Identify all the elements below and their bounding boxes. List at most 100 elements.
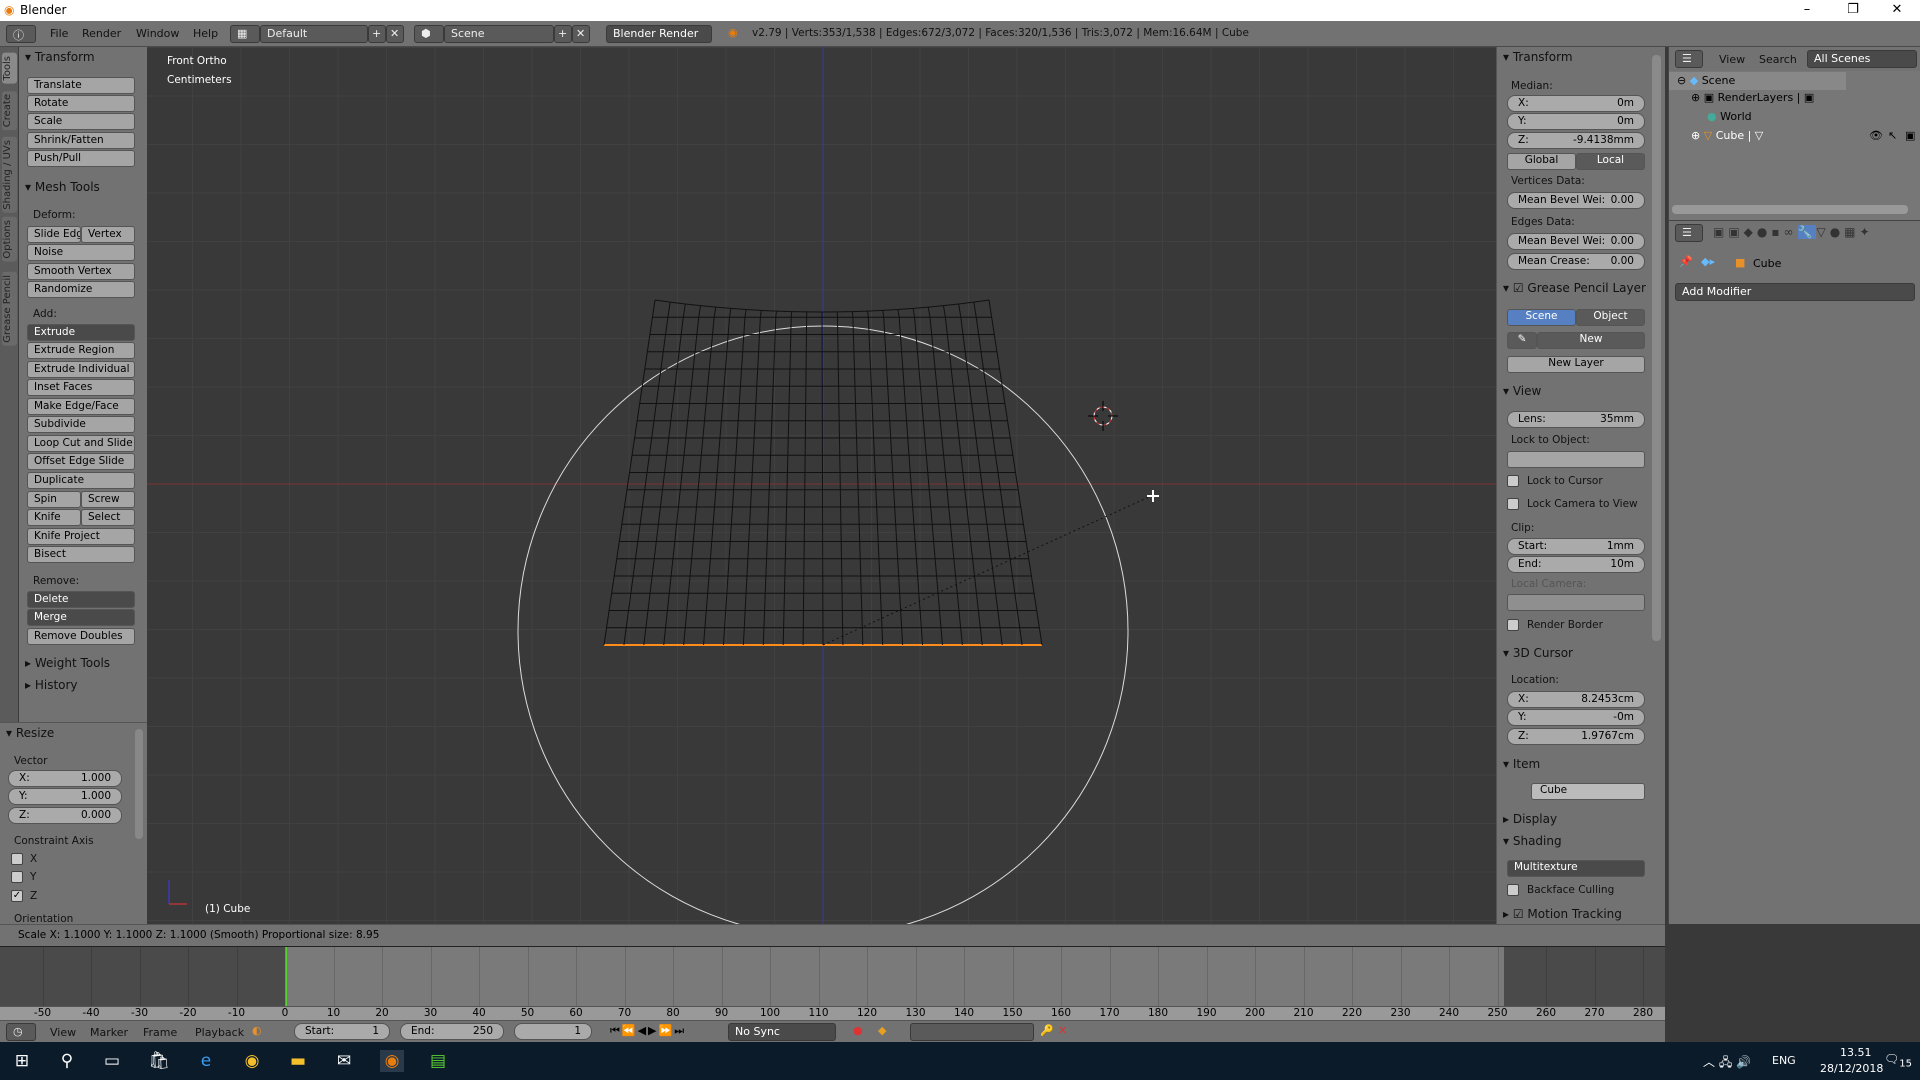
pin-icon[interactable]: 📌 [1679, 255, 1693, 268]
start-frame-field[interactable]: Start: 1 [294, 1023, 390, 1040]
grease-object-toggle[interactable]: Object [1576, 309, 1645, 326]
blender-taskbar-icon[interactable]: ◉ [380, 1050, 404, 1072]
offset-edge-slide-button[interactable]: Offset Edge Slide [27, 453, 135, 470]
inset-faces-button[interactable]: Inset Faces [27, 379, 135, 396]
timeline-editor-icon[interactable]: ◷ [6, 1023, 36, 1041]
scene-icon[interactable]: ⬢ [414, 25, 444, 43]
outliner-scrollbar[interactable] [1672, 205, 1908, 214]
spin-button[interactable]: Spin [27, 491, 81, 508]
panel-display-header[interactable]: ▸ Display [1503, 812, 1557, 826]
add-modifier-dropdown[interactable]: Add Modifier [1675, 283, 1915, 301]
loop-cut-button[interactable]: Loop Cut and Slide [27, 435, 135, 452]
new-layer-button[interactable]: New Layer [1507, 356, 1645, 373]
global-toggle[interactable]: Global [1507, 153, 1576, 170]
timeline-frame-menu[interactable]: Frame [143, 1026, 177, 1039]
viewport-canvas[interactable] [147, 47, 1496, 924]
push-pull-button[interactable]: Push/Pull [27, 150, 135, 167]
remove-doubles-button[interactable]: Remove Doubles [27, 628, 135, 645]
mean-crease-field[interactable]: Mean Crease: 0.00 [1507, 253, 1645, 270]
bisect-button[interactable]: Bisect [27, 546, 135, 563]
render-border-checkbox[interactable] [1507, 619, 1519, 631]
outliner-row-renderlayers[interactable]: ⊕ ▣ RenderLayers | ▣ [1691, 91, 1814, 104]
store-icon[interactable]: 🛍 [147, 1050, 171, 1072]
vertex-bevel-weight-field[interactable]: Mean Bevel Wei: 0.00 [1507, 192, 1645, 209]
screw-button[interactable]: Screw [81, 491, 135, 508]
outliner-row-world[interactable]: ● World [1707, 110, 1752, 123]
slide-edge-button[interactable]: Slide Edg [27, 226, 81, 243]
modifier-wrench-icon[interactable]: 🔧 [1797, 225, 1817, 239]
tab-options[interactable]: Options [2, 217, 17, 262]
item-name-field[interactable]: Cube [1531, 783, 1645, 800]
outliner-row-cube[interactable]: ⊕ ▽ Cube | ▽ [1691, 129, 1763, 142]
menu-help[interactable]: Help [193, 27, 218, 40]
make-edge-face-button[interactable]: Make Edge/Face [27, 398, 135, 415]
constraint-z-checkbox[interactable]: ✓ [11, 890, 23, 902]
constraint-y-checkbox[interactable] [11, 871, 23, 883]
lens-field[interactable]: Lens: 35mm [1507, 411, 1645, 428]
panel-3d-cursor-header[interactable]: ▾ 3D Cursor [1503, 646, 1573, 660]
median-z-field[interactable]: Z: -9.4138mm [1507, 132, 1645, 149]
menu-file[interactable]: File [50, 27, 68, 40]
render-engine-select[interactable]: Blender Render [606, 25, 712, 43]
panel-grease-pencil-header[interactable]: ▾ ☑ Grease Pencil Layer [1503, 281, 1646, 295]
duplicate-button[interactable]: Duplicate [27, 472, 135, 489]
file-explorer-icon[interactable]: ▬ [286, 1050, 310, 1072]
knife-button[interactable]: Knife [27, 509, 81, 526]
lock-object-field[interactable] [1507, 451, 1645, 468]
clip-end-field[interactable]: End: 10m [1507, 556, 1645, 573]
panel-view-header[interactable]: ▾ View [1503, 384, 1541, 398]
scene-select[interactable]: Scene [444, 25, 554, 43]
render-camera-icon[interactable]: ▣ [1905, 129, 1915, 142]
grease-scene-toggle[interactable]: Scene [1507, 309, 1576, 326]
preview-range-icon[interactable]: ◐ [252, 1024, 262, 1037]
panel-motion-tracking-header[interactable]: ▸ ☑ Motion Tracking [1503, 907, 1622, 921]
lock-cursor-checkbox[interactable] [1507, 475, 1519, 487]
noise-button[interactable]: Noise [27, 244, 135, 261]
remove-scene-icon[interactable]: ✕ [572, 25, 590, 43]
layout-icon[interactable]: ▦ [230, 25, 260, 43]
cursor-y-field[interactable]: Y: -0m [1507, 709, 1645, 726]
visibility-eye-icon[interactable]: 👁 [1869, 129, 1883, 142]
timeline-ruler[interactable] [0, 1006, 1665, 1021]
clock-date[interactable]: 28/12/2018 [1820, 1062, 1883, 1075]
outliner-editor-icon[interactable]: ☰ [1675, 50, 1703, 68]
panel-transform-header[interactable]: ▾ Transform [25, 50, 95, 64]
menu-render[interactable]: Render [82, 27, 121, 40]
minimize-button[interactable]: – [1784, 0, 1830, 21]
delete-dropdown[interactable]: Delete [27, 591, 135, 608]
operator-header[interactable]: ▾ Resize [6, 726, 54, 740]
rotate-button[interactable]: Rotate [27, 95, 135, 112]
properties-editor-icon[interactable]: ☰ [1675, 224, 1703, 242]
task-view-icon[interactable]: ▭ [100, 1050, 124, 1072]
notifications-icon[interactable]: 🗨15 [1884, 1052, 1912, 1069]
timeline[interactable]: -50 -40 -30 -20 -10 0 10 20 30 40 50 60 70 80 90 100 110… [0, 946, 1665, 1021]
backface-culling-checkbox[interactable] [1507, 884, 1519, 896]
edge-browser-icon[interactable]: e [194, 1050, 218, 1072]
slide-vertex-button[interactable]: Vertex [81, 226, 135, 243]
panel-shading-header[interactable]: ▾ Shading [1503, 834, 1562, 848]
timeline-marker-menu[interactable]: Marker [90, 1026, 128, 1039]
chrome-icon[interactable]: ◉ [240, 1050, 264, 1072]
npanel-scrollbar[interactable] [1652, 55, 1661, 641]
playback-controls[interactable]: ⏮⏪◀▶⏩⏭ [610, 1024, 686, 1038]
constraint-x-checkbox[interactable] [11, 853, 23, 865]
tab-create[interactable]: Create [2, 91, 17, 131]
translate-button[interactable]: Translate [27, 77, 135, 94]
median-y-field[interactable]: Y: 0m [1507, 113, 1645, 130]
cursor-x-field[interactable]: X: 8.2453cm [1507, 691, 1645, 708]
pencil-icon[interactable]: ✎ [1507, 332, 1537, 349]
edge-bevel-weight-field[interactable]: Mean Bevel Wei: 0.00 [1507, 233, 1645, 250]
editor-type-icon[interactable]: ⓘ [6, 25, 36, 43]
search-icon[interactable]: ⚲ [55, 1050, 79, 1072]
new-grease-button[interactable]: New [1537, 332, 1645, 349]
shrink-fatten-button[interactable]: Shrink/Fatten [27, 132, 135, 149]
extrude-dropdown[interactable]: Extrude [27, 324, 135, 341]
close-button[interactable]: ✕ [1874, 0, 1920, 21]
selectable-cursor-icon[interactable]: ↖ [1888, 129, 1897, 142]
clip-start-field[interactable]: Start: 1mm [1507, 538, 1645, 555]
add-scene-icon[interactable]: + [554, 25, 572, 43]
panel-history-header[interactable]: ▸ History [25, 678, 78, 692]
outliner-row-scene[interactable]: ⊖ ◆ Scene [1669, 72, 1846, 90]
3d-viewport[interactable]: Front Ortho Centimeters (1) Cube [147, 47, 1496, 924]
start-button-icon[interactable]: ⊞ [10, 1050, 34, 1072]
